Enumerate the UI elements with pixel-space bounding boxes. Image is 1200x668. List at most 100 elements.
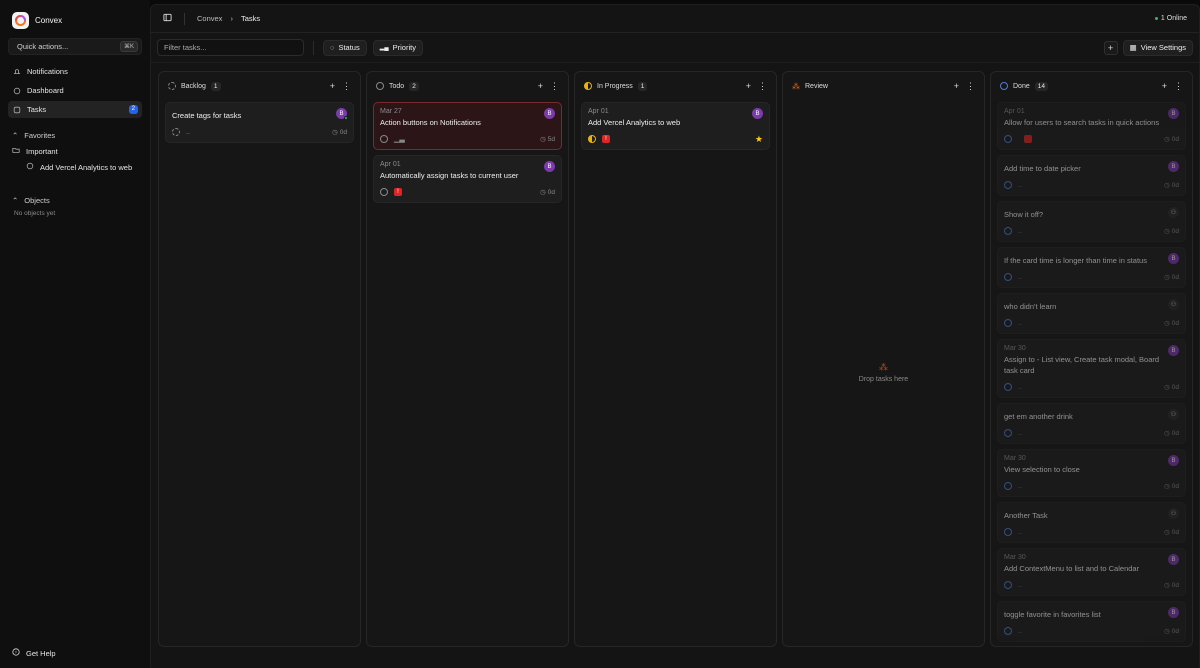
priority-bars-icon[interactable]: ..	[1018, 320, 1022, 327]
sidebar-toggle-icon[interactable]	[163, 13, 172, 24]
avatar[interactable]: B	[1168, 554, 1179, 565]
objects-label: Objects	[24, 196, 50, 205]
no-priority-icon[interactable]: ..	[186, 129, 190, 136]
task-card[interactable]: Mar 30 View selection to close B .. ◷ 0d	[997, 449, 1186, 497]
done-status-icon[interactable]	[1004, 482, 1012, 490]
task-age: ◷ 0d	[1164, 135, 1179, 144]
add-task-button[interactable]: +	[1103, 40, 1118, 55]
priority-bars-icon[interactable]: ..	[1018, 274, 1022, 281]
status-icon[interactable]	[588, 135, 596, 143]
column-done: Done 14 + ⋮ Apr 01 Allow for users to sea…	[990, 71, 1193, 647]
task-card[interactable]: Create tags for tasks B .. ◷ 0d	[165, 102, 354, 143]
breadcrumb-root[interactable]: Convex	[197, 14, 222, 23]
more-vertical-icon[interactable]: ⋮	[966, 81, 975, 92]
drop-zone[interactable]: ⁂ Drop tasks here	[783, 362, 984, 383]
favorite-item[interactable]: Add Vercel Analytics to web	[8, 159, 142, 175]
dashboard-icon	[12, 86, 21, 95]
priority-bars-icon[interactable]: ..	[1018, 182, 1022, 189]
avatar[interactable]: B	[1168, 607, 1179, 618]
done-status-icon[interactable]	[1004, 429, 1012, 437]
urgent-priority-icon[interactable]: !	[602, 135, 610, 143]
status-icon[interactable]	[380, 135, 388, 143]
add-icon[interactable]: +	[1162, 81, 1167, 91]
priority-bars-icon[interactable]: ▁▃	[394, 135, 405, 143]
done-status-icon[interactable]	[1004, 227, 1012, 235]
view-settings-button[interactable]: ▦ View Settings	[1122, 39, 1193, 56]
done-status-icon[interactable]	[1004, 273, 1012, 281]
task-card[interactable]: Show it off? ⚇ .. ◷ 0d	[997, 201, 1186, 242]
add-icon[interactable]: +	[746, 81, 751, 91]
task-card[interactable]: Apr 01 Automatically assign tasks to cur…	[373, 155, 562, 203]
chevron-right-icon: ›	[230, 14, 233, 23]
priority-bars-icon[interactable]: ..	[1018, 483, 1022, 490]
priority-bars-icon[interactable]: ..	[1018, 384, 1022, 391]
filter-tasks-input[interactable]	[157, 39, 304, 56]
status-filter-button[interactable]: ◌ Status	[323, 39, 367, 56]
task-card[interactable]: get em another drink ⚇ .. ◷ 0d	[997, 403, 1186, 444]
task-card[interactable]: Mar 30 Assign to - List view, Create task…	[997, 339, 1186, 398]
user-icon[interactable]: ⚇	[1168, 207, 1179, 218]
avatar[interactable]: B	[1168, 161, 1179, 172]
task-card[interactable]: Add time to date picker B .. ◷ 0d	[997, 155, 1186, 196]
task-card[interactable]: Apr 01 Allow for users to search tasks in…	[997, 102, 1186, 150]
priority-bars-icon[interactable]: ..	[1018, 430, 1022, 437]
avatar[interactable]: B	[752, 108, 763, 119]
task-card[interactable]: If the card time is longer than time in …	[997, 247, 1186, 288]
done-status-icon[interactable]	[1004, 581, 1012, 589]
quick-actions-button[interactable]: Quick actions... ⌘K	[8, 38, 142, 55]
status-icon[interactable]	[380, 188, 388, 196]
priority-bars-icon[interactable]: ..	[1018, 228, 1022, 235]
star-icon[interactable]: ★	[755, 134, 763, 145]
done-status-icon[interactable]	[1004, 181, 1012, 189]
priority-bars-icon[interactable]: ..	[1018, 582, 1022, 589]
avatar[interactable]: B	[1168, 253, 1179, 264]
sidebar-item-tasks[interactable]: Tasks 2	[8, 101, 142, 118]
avatar[interactable]: B	[544, 108, 555, 119]
priority-bars-icon[interactable]: ..	[1018, 628, 1022, 635]
avatar[interactable]: B	[1168, 108, 1179, 119]
task-card[interactable]: Mar 30 Add ContextMenu to list and to Cal…	[997, 548, 1186, 596]
task-card[interactable]: Mar 27 Action buttons on Notifications B…	[373, 102, 562, 150]
breadcrumb: Convex › Tasks	[163, 12, 260, 25]
done-status-icon[interactable]	[1004, 627, 1012, 635]
status-icon[interactable]	[172, 128, 180, 136]
priority-filter-button[interactable]: ▂▄ Priority	[372, 39, 423, 56]
task-card[interactable]: Apr 01 Add Vercel Analytics to web B ! ★	[581, 102, 770, 150]
task-date: Apr 01	[380, 161, 401, 168]
favorites-section-toggle[interactable]: ⌃ Favorites	[8, 128, 142, 143]
user-icon[interactable]: ⚇	[1168, 508, 1179, 519]
workspace-switcher[interactable]: Convex	[8, 8, 142, 32]
user-icon[interactable]: ⚇	[1168, 409, 1179, 420]
done-status-icon[interactable]	[1004, 528, 1012, 536]
done-status-icon[interactable]	[1004, 319, 1012, 327]
card-list: Mar 27 Action buttons on Notifications B…	[373, 102, 562, 203]
task-title: Add ContextMenu to list and to Calendar	[1004, 564, 1140, 573]
done-status-icon[interactable]	[1004, 383, 1012, 391]
help-icon: ?	[12, 648, 20, 658]
urgent-priority-icon[interactable]: !	[394, 188, 402, 196]
avatar[interactable]: B	[1168, 345, 1179, 356]
task-card[interactable]: Another Task ⚇ .. ◷ 0d	[997, 502, 1186, 543]
avatar[interactable]: B	[544, 161, 555, 172]
more-vertical-icon[interactable]: ⋮	[342, 81, 351, 92]
urgent-priority-icon[interactable]	[1024, 135, 1032, 143]
done-status-icon[interactable]	[1004, 135, 1012, 143]
priority-bars-icon[interactable]: ..	[1018, 529, 1022, 536]
add-icon[interactable]: +	[538, 81, 543, 91]
chevron-up-icon: ⌃	[12, 196, 19, 205]
task-card[interactable]: who didn't learn ⚇ .. ◷ 0d	[997, 293, 1186, 334]
avatar[interactable]: B	[336, 108, 348, 120]
more-vertical-icon[interactable]: ⋮	[758, 81, 767, 92]
more-vertical-icon[interactable]: ⋮	[1174, 81, 1183, 92]
add-icon[interactable]: +	[330, 81, 335, 91]
objects-section-toggle[interactable]: ⌃ Objects	[8, 193, 142, 208]
add-icon[interactable]: +	[954, 81, 959, 91]
avatar[interactable]: B	[1168, 455, 1179, 466]
sidebar-item-notifications[interactable]: Notifications	[8, 63, 142, 80]
task-card[interactable]: toggle favorite in favorites list B .. ◷ …	[997, 601, 1186, 642]
sidebar-item-dashboard[interactable]: Dashboard	[8, 82, 142, 99]
more-vertical-icon[interactable]: ⋮	[550, 81, 559, 92]
get-help-button[interactable]: ? Get Help	[12, 648, 56, 658]
user-icon[interactable]: ⚇	[1168, 299, 1179, 310]
favorite-folder-important[interactable]: Important	[8, 143, 142, 159]
